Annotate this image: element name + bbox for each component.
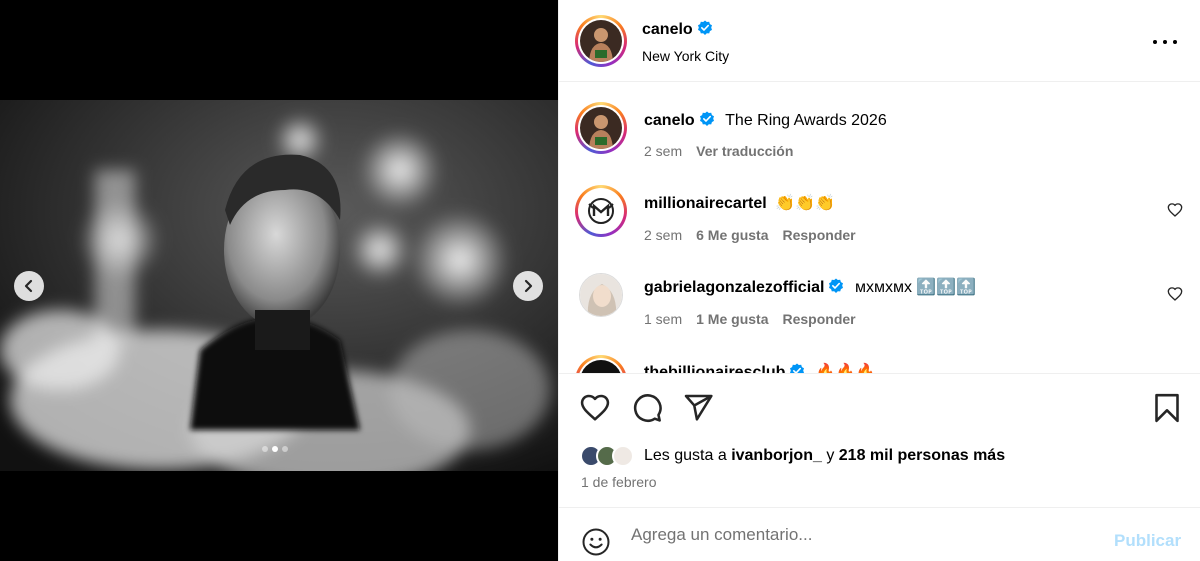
heart-icon: [580, 394, 610, 421]
more-dot: [1173, 40, 1177, 44]
post-photo[interactable]: [0, 100, 558, 471]
carousel-indicator: [262, 446, 288, 452]
more-options-button[interactable]: [1153, 32, 1177, 52]
more-dot: [1163, 40, 1167, 44]
likes-count[interactable]: 218 mil personas más: [839, 447, 1005, 464]
caption-avatar[interactable]: [575, 102, 627, 154]
post-location[interactable]: New York City: [642, 48, 729, 64]
comment-username[interactable]: thebillionairesclub: [644, 364, 785, 373]
post-side-panel: canelo New York City canelo The Ring Awa…: [558, 0, 1200, 561]
carousel-next-button[interactable]: [513, 271, 543, 301]
post-header: canelo New York City: [559, 0, 1200, 82]
post-date[interactable]: 1 de febrero: [581, 474, 657, 490]
caption-username[interactable]: canelo: [644, 112, 695, 129]
comment-avatar[interactable]: [575, 185, 627, 237]
comment-time: 1 sem: [644, 311, 683, 327]
like-button[interactable]: [579, 392, 611, 429]
chevron-left-icon: [24, 279, 33, 293]
carousel-dot: [262, 446, 268, 452]
bookmark-icon: [1155, 393, 1179, 423]
author-username[interactable]: canelo: [642, 21, 693, 38]
verified-badge-icon: [697, 20, 712, 35]
carousel-dot-active: [272, 446, 278, 452]
comment-likes-count[interactable]: 1 Me gusta: [696, 311, 768, 327]
comment-text: ᴍxᴍxᴍx 🔝🔝🔝: [854, 279, 977, 296]
likes-summary[interactable]: Les gusta a ivanborjon_ y 218 mil person…: [580, 443, 1005, 469]
comment-icon: [633, 394, 662, 422]
verified-badge-icon: [790, 363, 805, 373]
comment-username[interactable]: millionairecartel: [644, 195, 767, 212]
comment-time: 2 sem: [644, 227, 683, 243]
publish-button[interactable]: Publicar: [1114, 531, 1181, 551]
emoji-button[interactable]: [581, 527, 611, 561]
comment-button[interactable]: [631, 392, 663, 429]
reply-button[interactable]: Responder: [782, 227, 855, 243]
chevron-right-icon: [524, 279, 533, 293]
comment-row: gabrielagonzalezofficial ᴍxᴍxᴍx 🔝🔝🔝 1 se…: [559, 257, 1200, 341]
caption-time: 2 sem: [644, 143, 683, 159]
comment-likes-count[interactable]: 6 Me gusta: [696, 227, 768, 243]
smiley-icon: [582, 528, 610, 556]
more-horizontal-icon: [1153, 40, 1157, 44]
caption-text: The Ring Awards 2026: [725, 112, 887, 129]
see-translation-button[interactable]: Ver traducción: [696, 143, 793, 159]
carousel-prev-button[interactable]: [14, 271, 44, 301]
liker-username[interactable]: ivanborjon_: [731, 447, 822, 464]
post-media: [0, 0, 558, 561]
comment-composer: Publicar: [559, 508, 1200, 561]
share-button[interactable]: [682, 392, 714, 429]
likes-connector: y: [826, 447, 835, 464]
likes-text: Les gusta a ivanborjon_ y 218 mil person…: [644, 447, 1005, 465]
post-actions: Les gusta a ivanborjon_ y 218 mil person…: [559, 373, 1200, 508]
comment-username[interactable]: gabrielagonzalezofficial: [644, 279, 824, 296]
comment-row: TB thebillionairesclub 🔥🔥🔥: [559, 341, 1200, 373]
comment-avatar[interactable]: [579, 273, 623, 317]
liker-avatar: [612, 445, 634, 467]
likes-prefix: Les gusta a: [644, 447, 727, 464]
comment-row: millionairecartel 👏👏👏 2 sem 6 Me gusta Res…: [559, 173, 1200, 257]
comments-list[interactable]: canelo The Ring Awards 2026 2 sem Ver tra…: [559, 83, 1200, 373]
author-avatar[interactable]: [575, 15, 627, 67]
comment-text: 👏👏👏: [775, 195, 835, 212]
verified-badge-icon: [829, 278, 844, 293]
comment-avatar[interactable]: TB: [575, 355, 627, 373]
save-button[interactable]: [1153, 392, 1181, 429]
caption-row: canelo The Ring Awards 2026 2 sem Ver tra…: [559, 83, 1200, 173]
comment-input[interactable]: [631, 522, 1101, 548]
comment-like-heart-icon[interactable]: [1167, 202, 1183, 218]
comment-text: 🔥🔥🔥: [815, 364, 876, 373]
reply-button[interactable]: Responder: [782, 311, 855, 327]
send-icon: [684, 394, 713, 421]
verified-badge-icon: [699, 111, 714, 126]
carousel-dot: [282, 446, 288, 452]
comment-like-heart-icon[interactable]: [1167, 286, 1183, 302]
